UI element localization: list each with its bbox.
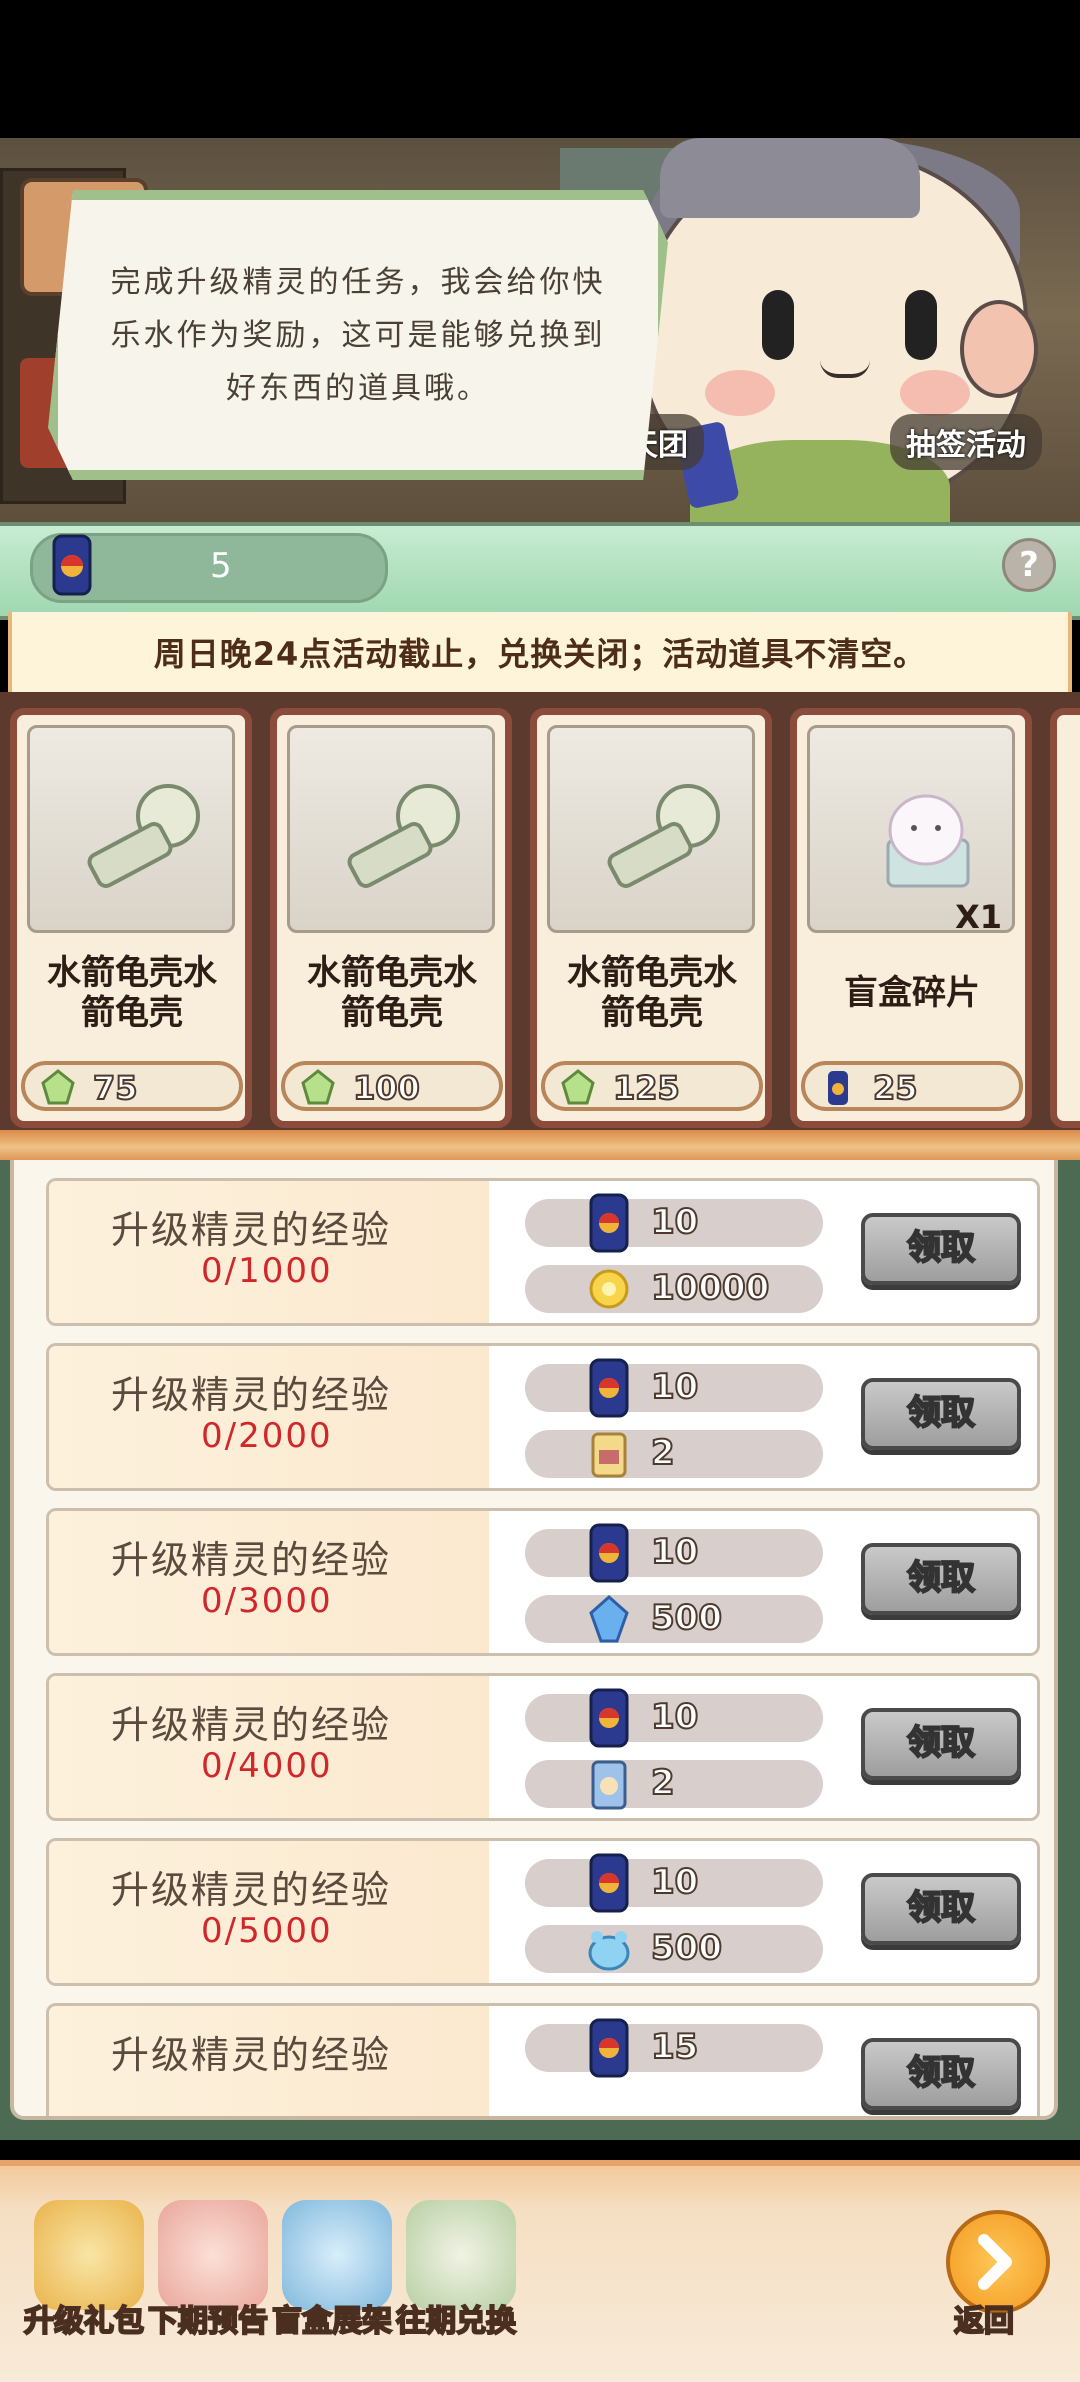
item-name: 盲盒碎片 (844, 973, 980, 1013)
reward-pill: 500 (525, 1594, 823, 1643)
crystal-icon (41, 1069, 75, 1105)
task-row: 升级精灵的经验 0/4000 10 2 领取 (46, 1673, 1040, 1821)
blue-gem-icon (589, 1594, 629, 1643)
soda-can-icon (589, 1193, 629, 1253)
character-cheek (705, 370, 775, 416)
wood-divider (0, 1130, 1080, 1164)
currency-value: 5 (210, 546, 232, 586)
character-cap (660, 138, 920, 218)
character-ear (960, 300, 1038, 398)
dialog-text: 完成升级精灵的任务，我会给你快乐水作为奖励，这可是能够兑换到好东西的道具哦。 (110, 264, 606, 406)
nav-label-upgrade-gift[interactable]: 升级礼包 (23, 2296, 145, 2340)
draw-lots-event-button[interactable]: 抽签活动 (890, 414, 1042, 470)
task-row: 升级精灵的经验 0/3000 10 500 领取 (46, 1508, 1040, 1656)
shop-item-card-partial[interactable] (1050, 708, 1080, 1128)
character-cheek (900, 370, 970, 416)
dialog-bubble: 完成升级精灵的任务，我会给你快乐水作为奖励，这可是能够兑换到好东西的道具哦。 (48, 190, 668, 480)
price-tag: 25 (801, 1061, 1023, 1111)
character-eye (762, 290, 794, 360)
soda-can-icon (52, 534, 92, 596)
shell-key-icon (87, 784, 200, 888)
task-title: 升级精灵的经验 (111, 1208, 392, 1252)
item-name: 水箭龟壳水 箭龟壳 (47, 953, 217, 1033)
party-horn-icon[interactable] (158, 2200, 268, 2310)
soda-can-icon (589, 1523, 629, 1583)
task-row: 升级精灵的经验 0/2000 10 2 领取 (46, 1343, 1040, 1491)
candy-bag-icon (591, 1432, 627, 1478)
task-title: 升级精灵的经验 (111, 1538, 392, 1582)
blind-box-fragment-icon (886, 794, 970, 888)
shop-item-card[interactable]: 水箭龟壳水 箭龟壳 100 (270, 708, 512, 1128)
notice-text: 周日晚24点活动截止，兑换关闭；活动道具不清空。 (153, 635, 927, 673)
soda-can-icon (828, 1071, 848, 1105)
claim-button[interactable]: 领取 (861, 1543, 1021, 1615)
reward-pill: 10 (525, 1688, 823, 1748)
claim-button[interactable]: 领取 (861, 1708, 1021, 1780)
reward-pill: 10 (525, 1358, 823, 1418)
task-progress: 0/3000 (201, 1581, 333, 1621)
gold-coin-icon (589, 1269, 629, 1309)
price-tag: 125 (541, 1061, 763, 1111)
soda-can-icon (589, 2018, 629, 2078)
crystal-icon (301, 1069, 335, 1105)
crystal-icon (561, 1069, 595, 1105)
task-title: 升级精灵的经验 (111, 1373, 392, 1417)
shell-key-icon (607, 784, 720, 888)
reward-pill: 500 (525, 1925, 823, 1973)
back-label[interactable]: 返回 (953, 2296, 1015, 2340)
item-image: X1 (807, 725, 1015, 936)
item-quantity: X1 (955, 898, 1002, 936)
task-row: 升级精灵的经验 0/5000 10 500 领取 (46, 1838, 1040, 1986)
shop-item-card[interactable]: X1 盲盒碎片 25 (790, 708, 1032, 1128)
claim-button[interactable]: 领取 (861, 2038, 1021, 2110)
soda-can-icon (589, 1688, 629, 1748)
task-list[interactable]: 升级精灵的经验 0/1000 10 10000 领取 升级精灵的经验 0/200… (10, 1160, 1058, 2120)
nav-label-past-exchange[interactable]: 往期兑换 (395, 2296, 517, 2340)
reward-pill: 10 (525, 1853, 823, 1913)
item-image (287, 725, 495, 933)
shop-item-card[interactable]: 水箭龟壳水 箭龟壳 75 (10, 708, 252, 1128)
task-row: 升级精灵的经验 15 领取 (46, 2003, 1040, 2116)
price-tag: 100 (281, 1061, 503, 1111)
calendar-icon[interactable] (406, 2200, 516, 2310)
task-title: 升级精灵的经验 (111, 2033, 392, 2077)
item-image (27, 725, 235, 933)
reward-pill: 15 (525, 2018, 823, 2078)
item-image (547, 725, 755, 933)
help-button[interactable]: ? (1002, 538, 1056, 592)
nav-label-blind-box-shelf[interactable]: 盲盒展架 (271, 2296, 393, 2340)
task-row: 升级精灵的经验 0/1000 10 10000 领取 (46, 1178, 1040, 1326)
gift-pack-icon[interactable] (34, 2200, 144, 2310)
task-progress: 0/2000 (201, 1416, 333, 1456)
nav-label-next-preview[interactable]: 下期预告 (147, 2296, 269, 2340)
soda-can-icon (589, 1853, 629, 1913)
item-name: 水箭龟壳水 箭龟壳 (567, 953, 737, 1033)
price-tag: 75 (21, 1061, 243, 1111)
claim-button[interactable]: 领取 (861, 1213, 1021, 1285)
task-progress: 0/1000 (201, 1251, 333, 1291)
item-name: 水箭龟壳水 箭龟壳 (307, 953, 477, 1033)
character-eye (905, 290, 937, 360)
reward-pill: 10 (525, 1523, 823, 1583)
soda-can-icon (589, 1358, 629, 1418)
reward-pill: 10000 (525, 1265, 823, 1313)
task-title: 升级精灵的经验 (111, 1703, 392, 1747)
shop-item-card[interactable]: 水箭龟壳水 箭龟壳 125 (530, 708, 772, 1128)
shell-key-icon (347, 784, 460, 888)
task-progress: 0/4000 (201, 1746, 333, 1786)
claim-button[interactable]: 领取 (861, 1378, 1021, 1450)
claim-button[interactable]: 领取 (861, 1873, 1021, 1945)
food-bag-icon (591, 1760, 627, 1810)
display-shelf-icon[interactable] (282, 2200, 392, 2310)
reward-pill: 2 (525, 1430, 823, 1478)
reward-pill: 2 (525, 1760, 823, 1810)
notice-banner: 周日晚24点活动截止，兑换关闭；活动道具不清空。 (8, 612, 1072, 696)
task-title: 升级精灵的经验 (111, 1868, 392, 1912)
reward-pill: 10 (525, 1193, 823, 1253)
blue-pet-icon (588, 1931, 630, 1971)
task-progress: 0/5000 (201, 1911, 333, 1951)
